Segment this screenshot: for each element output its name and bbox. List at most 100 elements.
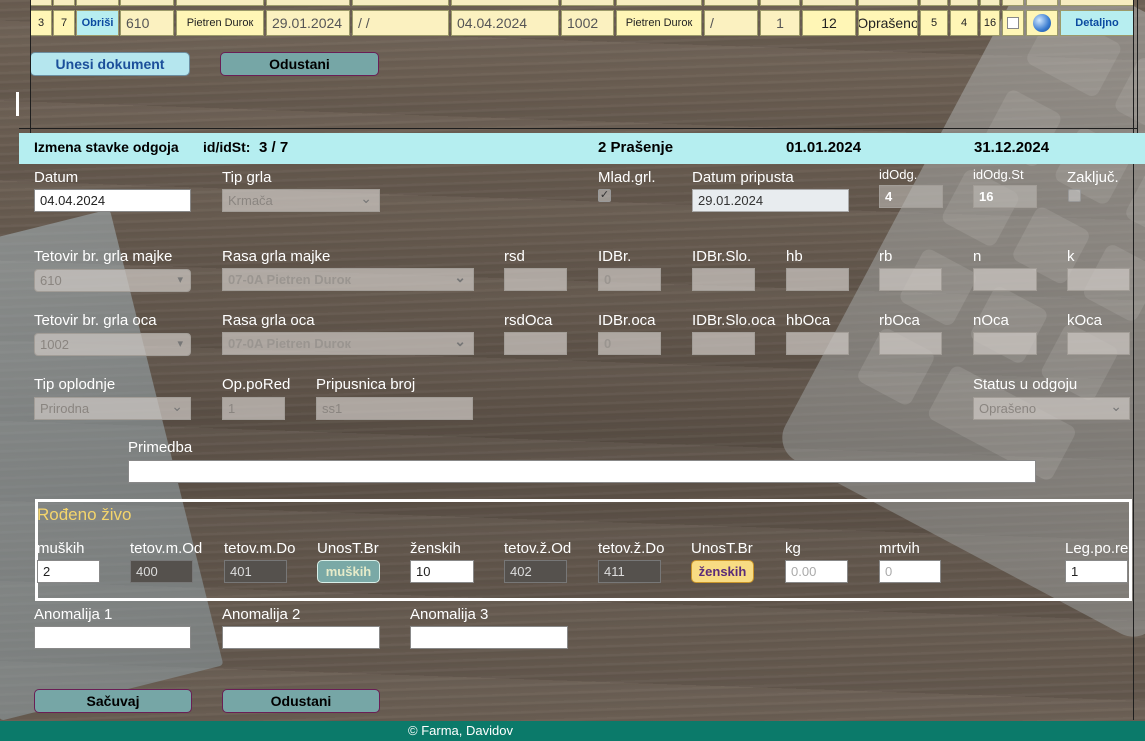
grid-cell-empty-date[interactable]: / / [352, 10, 449, 36]
rsdoca-label: rsdOca [504, 312, 553, 329]
rboca-label: rbOca [879, 312, 920, 329]
idbroca-label: IDBr.oca [598, 312, 656, 329]
header-id-value: 3 / 7 [259, 139, 289, 156]
grid-cell-n1: 5 [920, 10, 948, 36]
unos-muskih-button[interactable]: muških [317, 560, 380, 583]
zakljuc-checkbox[interactable] [1068, 189, 1081, 202]
grid-cell-tetovir-majke[interactable]: 610 [120, 10, 174, 36]
grid-cell-rasa-majke: Pietren Duroк [176, 10, 264, 36]
anomalija-1-input[interactable] [34, 626, 191, 649]
tetovir-oca-label: Tetovir br. grla oca [34, 312, 157, 329]
kg-input[interactable]: 0.00 [785, 560, 848, 583]
grid-cell-datum-pripusta[interactable]: 29.01.2024 [266, 10, 350, 36]
tetov-z-do-label: tetov.ž.Do [598, 540, 665, 557]
frame-right-upper [1137, 0, 1138, 133]
tetov-m-od-input: 400 [130, 560, 193, 583]
idbrslo-input [692, 268, 755, 291]
anomalija-2-input[interactable] [222, 626, 380, 649]
primedba-label: Primedba [128, 439, 193, 456]
muskih-label: muških [37, 540, 85, 557]
tetovir-majke-combo[interactable]: 610 [34, 269, 191, 292]
cancel-button-top[interactable]: Odustani [220, 52, 379, 76]
tetov-m-do-label: tetov.m.Do [224, 540, 296, 557]
idodgst-label: idOdg.St [973, 167, 1024, 182]
pripusnica-label: Pripusnica broj [316, 376, 416, 393]
tetov-m-od-label: tetov.m.Od [130, 540, 203, 557]
cancel-button-bottom[interactable]: Odustani [222, 689, 380, 713]
n-input [973, 268, 1037, 291]
grid-cell-slash[interactable]: / [704, 10, 758, 36]
idbr-label: IDBr. [598, 248, 632, 265]
datum-input[interactable]: 04.04.2024 [34, 189, 191, 212]
grid-cell-rasa-oca: Pietren Duroк [616, 10, 702, 36]
tip-grla-select[interactable]: Krmača [222, 189, 380, 212]
rasa-majke-label: Rasa grla majke [222, 248, 331, 265]
grid-checkbox-cell[interactable] [1002, 10, 1024, 36]
status-label: Status u odgoju [973, 376, 1078, 393]
grid-cell-opored[interactable]: 1 [760, 10, 800, 36]
hboca-input [786, 332, 849, 355]
anomalija-2-label: Anomalija 2 [222, 606, 301, 623]
idbroca-input: 0 [598, 332, 661, 355]
leg-po-re-input[interactable]: 1 [1065, 560, 1128, 583]
grid-details-link[interactable]: Detaljno [1060, 10, 1134, 36]
leg-po-re-label: Leg.po.re [1065, 540, 1129, 557]
status-select[interactable]: Oprašeno [973, 397, 1130, 420]
rasa-oca-select[interactable]: 07-0A Pietren Duroк [222, 332, 474, 355]
n-label: n [973, 248, 982, 265]
rasa-oca-label: Rasa grla oca [222, 312, 315, 329]
anomalija-3-label: Anomalija 3 [410, 606, 489, 623]
globe-icon[interactable] [1033, 14, 1051, 32]
grid-globe-cell[interactable] [1026, 10, 1058, 36]
datum-pripusta-label: Datum pripusta [692, 169, 794, 186]
tetov-z-od-input: 402 [504, 560, 567, 583]
mlad-grl-checkbox[interactable]: ✓ [598, 189, 611, 202]
grid-cell-status: Oprašeno [858, 10, 918, 36]
mlad-grl-label: Mlad.grl. [598, 169, 656, 186]
tip-oplodnje-select[interactable]: Prirodna [34, 397, 191, 420]
anomalija-3-input[interactable] [410, 626, 568, 649]
mrtvih-label: mrtvih [879, 540, 920, 557]
save-button[interactable]: Sačuvaj [34, 689, 192, 713]
grid-cell-n2: 4 [950, 10, 978, 36]
grid-cell-tetovir-oca[interactable]: 1002 [561, 10, 614, 36]
noca-label: nOca [973, 312, 1009, 329]
grid-checkbox[interactable] [1007, 17, 1019, 29]
edit-header-bar: Izmena stavke odgoja id/idSt: 3 / 7 2 Pr… [19, 133, 1145, 164]
mrtvih-input[interactable]: 0 [879, 560, 941, 583]
primedba-input[interactable] [128, 460, 1036, 483]
muskih-input[interactable]: 2 [37, 560, 100, 583]
enter-document-button[interactable]: Unesi dokument [30, 52, 190, 76]
grid-cell-datum[interactable]: 04.04.2024 [451, 10, 559, 36]
document-grid-row: 3 7 Obriši 610 Pietren Duroк 29.01.2024 … [30, 0, 1134, 38]
frame-right [1133, 0, 1134, 720]
grid-cell-idst: 7 [53, 10, 75, 36]
unos-z-label: UnosT.Br [691, 540, 753, 557]
tetovir-majke-label: Tetovir br. grla majke [34, 248, 173, 265]
tip-oplodnje-label: Tip oplodnje [34, 376, 116, 393]
tetov-z-do-input: 411 [598, 560, 661, 583]
kg-label: kg [785, 540, 801, 557]
unos-zenskih-button[interactable]: ženskih [691, 560, 754, 583]
grid-delete-link[interactable]: Obriši [76, 10, 119, 36]
header-id-label: id/idSt: [203, 139, 251, 155]
datum-pripusta-input[interactable]: 29.01.2024 [692, 189, 849, 212]
idbrslo-label: IDBr.Slo. [692, 248, 752, 265]
header-date-to: 31.12.2024 [974, 139, 1050, 156]
tip-grla-label: Tip grla [222, 169, 272, 186]
rb-label: rb [879, 248, 893, 265]
opored-input: 1 [222, 397, 285, 420]
unos-m-label: UnosT.Br [317, 540, 379, 557]
rasa-majke-select[interactable]: 07-0A Pietren Duroк [222, 268, 474, 291]
pripusnica-input: ss1 [316, 397, 473, 420]
zakljuc-label: Zaključ. [1067, 169, 1119, 186]
k-input [1067, 268, 1130, 291]
rboca-input [879, 332, 942, 355]
idbrslooca-input [692, 332, 755, 355]
rsdoca-input [504, 332, 567, 355]
idodg-input: 4 [879, 185, 943, 208]
grid-cell-n3: 16 [980, 10, 1000, 36]
tetovir-oca-combo[interactable]: 1002 [34, 333, 191, 356]
zenskih-input[interactable]: 10 [410, 560, 474, 583]
datum-label: Datum [34, 169, 79, 186]
